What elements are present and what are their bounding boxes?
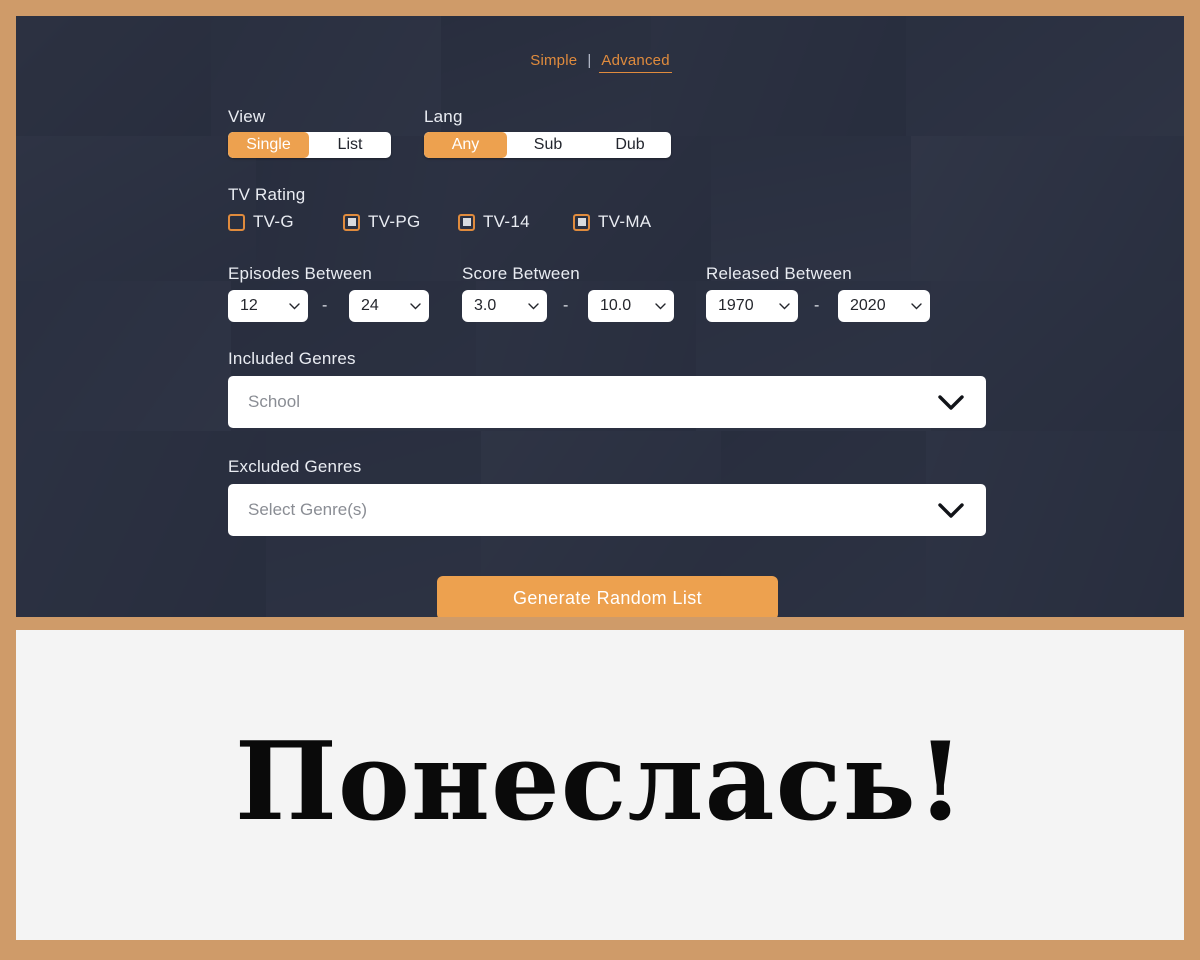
chevron-down-icon (410, 302, 421, 309)
checkbox-label: TV-PG (368, 212, 421, 231)
view-option-single[interactable]: Single (228, 132, 309, 158)
lang-label: Lang (424, 107, 463, 126)
released-min-select[interactable]: 1970 (706, 290, 798, 322)
episodes-max-select[interactable]: 24 (349, 290, 429, 322)
checkbox-box-checked-icon[interactable] (343, 213, 360, 231)
checkbox-box-checked-icon[interactable] (458, 213, 475, 231)
released-between-label: Released Between (706, 264, 852, 283)
chevron-down-icon (528, 302, 539, 309)
tv-rating-label: TV Rating (228, 185, 306, 204)
included-genres-label: Included Genres (228, 349, 356, 368)
tab-advanced[interactable]: Advanced (599, 52, 672, 73)
score-min-select[interactable]: 3.0 (462, 290, 547, 322)
filter-form: Simple | Advanced View Single List Lang An… (16, 16, 1184, 617)
lang-option-any[interactable]: Any (424, 132, 507, 158)
page-root: Simple | Advanced View Single List Lang An… (0, 0, 1200, 960)
select-value: 24 (361, 297, 379, 314)
mode-tab-bar: Simple | Advanced (16, 52, 1184, 73)
checkbox-label: TV-MA (598, 212, 652, 231)
checkbox-box-checked-icon[interactable] (573, 213, 590, 231)
score-range-dash: - (563, 297, 569, 314)
generate-random-list-button[interactable]: Generate Random List (437, 576, 778, 617)
tab-separator: | (587, 52, 592, 69)
checkbox-label: TV-G (253, 212, 294, 231)
checkbox-tv-ma[interactable]: TV-MA (573, 212, 651, 232)
result-text: Понеслась! (234, 719, 966, 845)
checkbox-box-icon[interactable] (228, 213, 245, 231)
chevron-down-icon (779, 302, 790, 309)
included-genres-select[interactable]: School (228, 376, 986, 428)
checkbox-tv-14[interactable]: TV-14 (458, 212, 573, 232)
select-value: 10.0 (600, 297, 632, 314)
lang-option-sub[interactable]: Sub (507, 132, 589, 158)
select-value: 12 (240, 297, 258, 314)
result-panel: Понеслась! (16, 630, 1184, 940)
excluded-genres-select[interactable]: Select Genre(s) (228, 484, 986, 536)
chevron-down-icon (655, 302, 666, 309)
tv-rating-group: TV-G TV-PG TV-14 TV-MA (228, 212, 651, 232)
chevron-down-icon (911, 302, 922, 309)
episodes-between-label: Episodes Between (228, 264, 373, 283)
chevron-down-icon (938, 502, 964, 518)
checkbox-label: TV-14 (483, 212, 530, 231)
view-label: View (228, 107, 266, 126)
select-value: 1970 (718, 297, 754, 314)
chevron-down-icon (938, 394, 964, 410)
excluded-genres-value: Select Genre(s) (248, 500, 368, 519)
chevron-down-icon (289, 302, 300, 309)
anime-filter-panel: Simple | Advanced View Single List Lang An… (16, 16, 1184, 617)
released-max-select[interactable]: 2020 (838, 290, 930, 322)
select-value: 3.0 (474, 297, 497, 314)
excluded-genres-label: Excluded Genres (228, 457, 362, 476)
episodes-min-select[interactable]: 12 (228, 290, 308, 322)
checkbox-tv-pg[interactable]: TV-PG (343, 212, 458, 232)
view-toggle-group[interactable]: Single List (228, 132, 391, 158)
episodes-range-dash: - (322, 297, 328, 314)
released-range-dash: - (814, 297, 820, 314)
tab-simple[interactable]: Simple (528, 52, 579, 69)
lang-toggle-group[interactable]: Any Sub Dub (424, 132, 671, 158)
select-value: 2020 (850, 297, 886, 314)
score-between-label: Score Between (462, 264, 580, 283)
score-max-select[interactable]: 10.0 (588, 290, 674, 322)
included-genres-value: School (248, 392, 300, 411)
lang-option-dub[interactable]: Dub (589, 132, 671, 158)
view-option-list[interactable]: List (309, 132, 391, 158)
checkbox-tv-g[interactable]: TV-G (228, 212, 343, 232)
